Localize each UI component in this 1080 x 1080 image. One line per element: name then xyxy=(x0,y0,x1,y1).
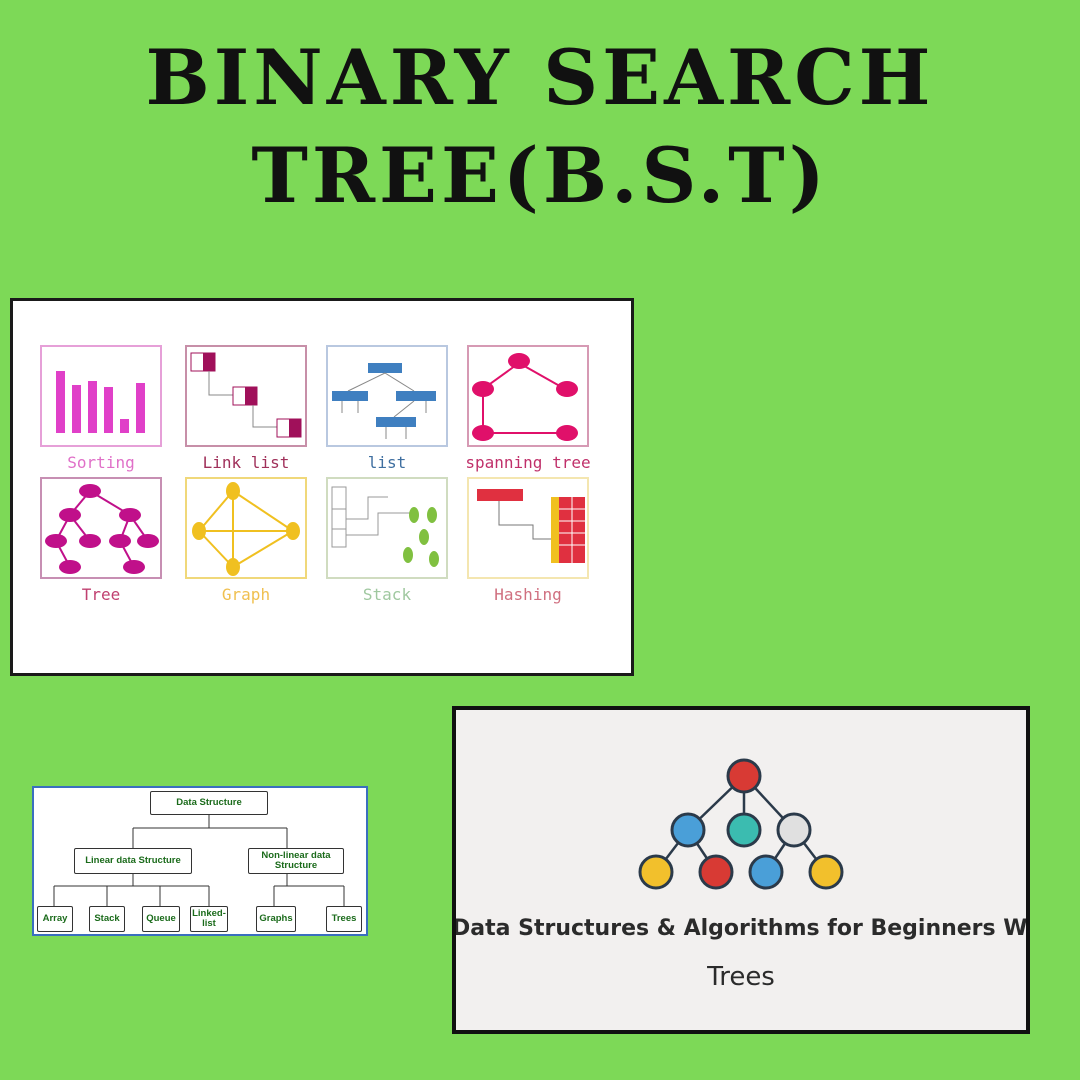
stack-icon xyxy=(331,486,439,567)
stack-node: Stack xyxy=(89,906,125,932)
linked-list-node: Linked-list xyxy=(190,906,228,932)
sorting-tile xyxy=(40,345,162,447)
nonlinear-node: Non-linear data Structure xyxy=(248,848,344,874)
hashing-tile xyxy=(467,477,589,579)
bar-chart-icon xyxy=(56,371,145,433)
tree-icon xyxy=(45,484,159,574)
stack-tile xyxy=(326,477,448,579)
list-tile xyxy=(326,345,448,447)
tree-label: Tree xyxy=(81,585,121,604)
spanning-tree-icon xyxy=(472,353,578,441)
spanning-tree-tile xyxy=(467,345,589,447)
graph-tile xyxy=(185,477,307,579)
hash-table-icon xyxy=(477,489,585,563)
array-node: Array xyxy=(37,906,73,932)
course-title: Data Structures & Algorithms for Beginne… xyxy=(452,916,1028,941)
stack-label: Stack xyxy=(362,585,412,604)
queue-node: Queue xyxy=(142,906,180,932)
trees-node: Trees xyxy=(326,906,362,932)
link-list-tile xyxy=(185,345,307,447)
course-subtitle: Trees xyxy=(707,962,775,992)
tree-tile xyxy=(40,477,162,579)
page-title-line-1: BINARY SEARCH xyxy=(145,33,935,122)
linear-node: Linear data Structure xyxy=(74,848,192,874)
graph-label: Graph xyxy=(221,585,271,604)
spanning-tree-label: spanning tree xyxy=(465,453,591,472)
linked-list-icon xyxy=(190,352,302,438)
list-label: list xyxy=(367,453,407,472)
link-list-label: Link list xyxy=(202,453,290,472)
data-structures-grid-image: Sorting Link list list spanning tree Tre… xyxy=(10,298,634,676)
data-structure-node: Data Structure xyxy=(150,791,268,815)
course-thumbnail-image: Data Structures & Algorithms for Beginne… xyxy=(452,706,1030,1034)
data-structure-hierarchy-image: Data Structure Linear data Structure Non… xyxy=(32,786,368,936)
graphs-node: Graphs xyxy=(256,906,296,932)
page-title-line-2: TREE(B.S.T) xyxy=(251,131,829,220)
binary-tree-icon xyxy=(638,758,844,890)
graph-icon xyxy=(192,482,300,576)
sorting-label: Sorting xyxy=(67,453,135,472)
hashing-label: Hashing xyxy=(494,585,562,604)
list-tree-icon xyxy=(332,363,436,439)
